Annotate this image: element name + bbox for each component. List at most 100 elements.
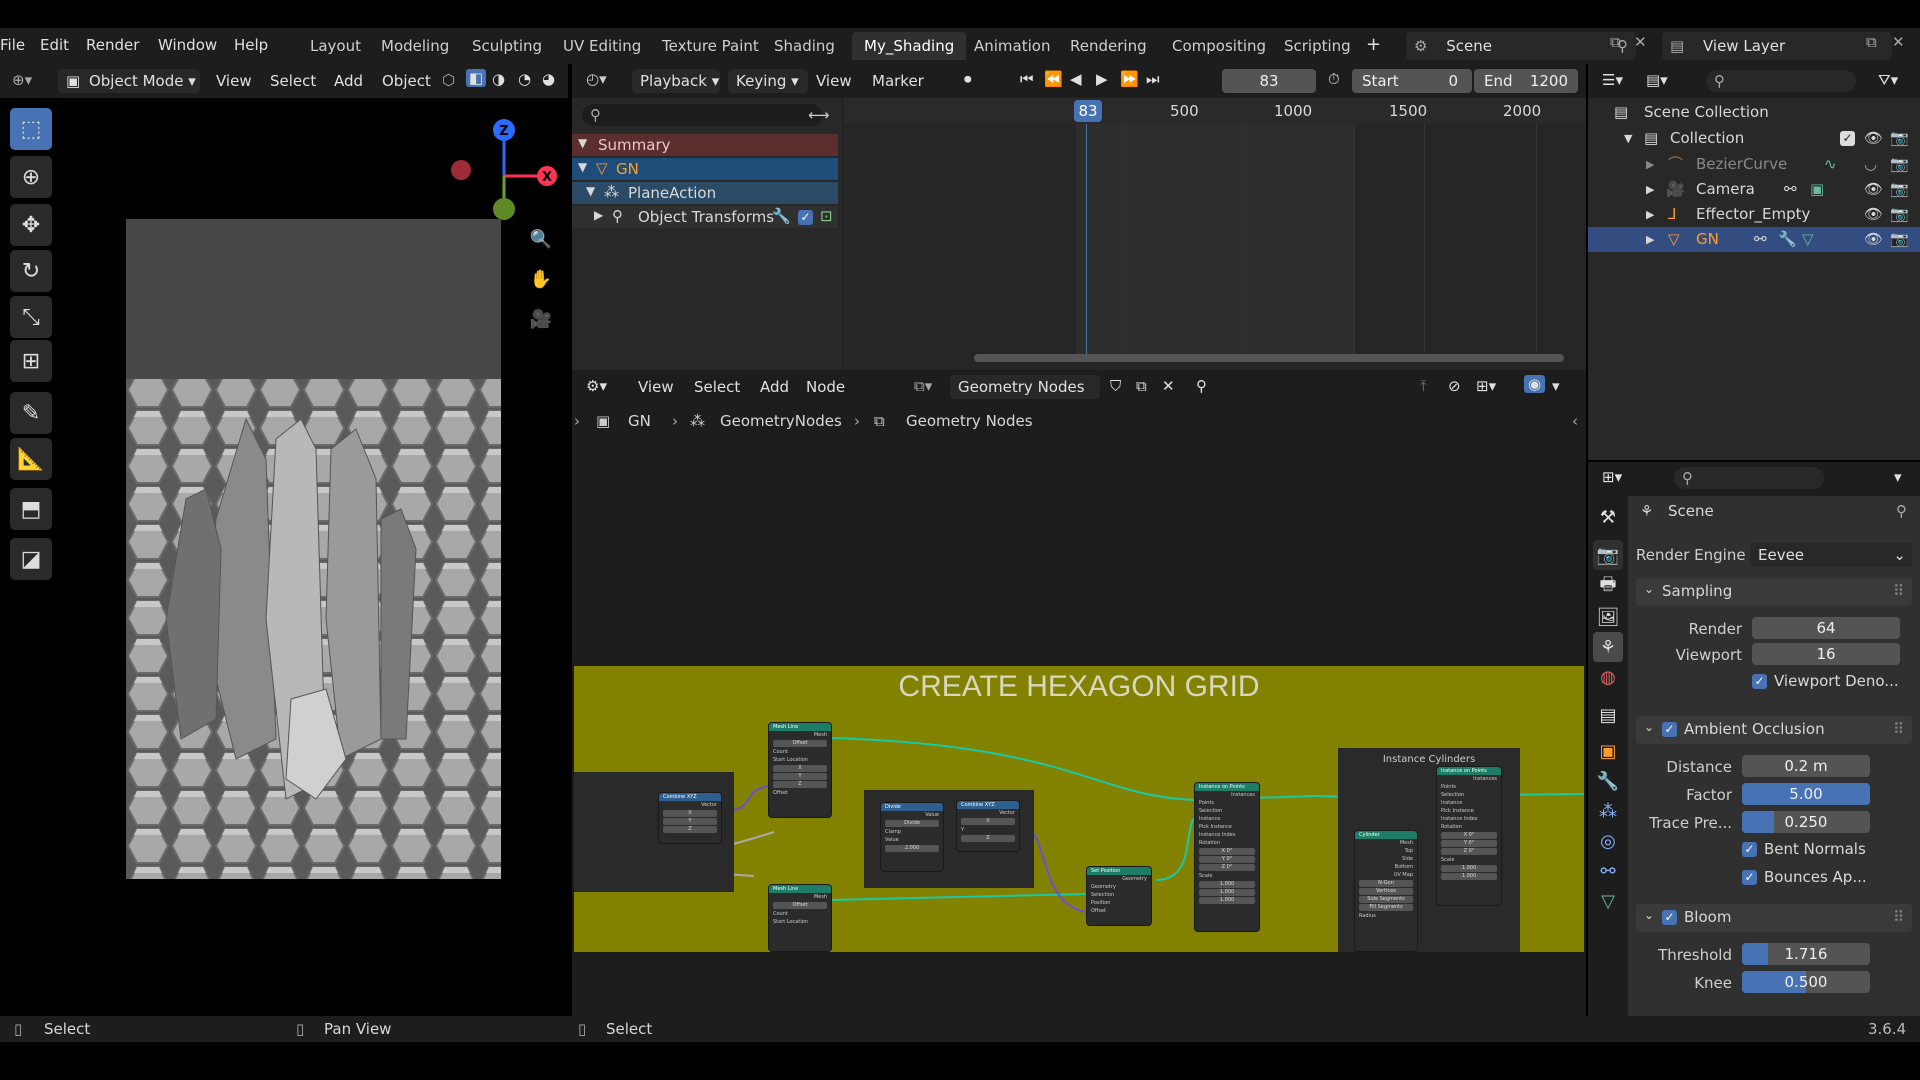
ao-distance-field[interactable]: 0.2 m: [1742, 755, 1870, 777]
bloom-enable-checkbox[interactable]: ✓: [1662, 910, 1677, 925]
eye-icon[interactable]: 👁: [1864, 202, 1883, 227]
bloom-threshold-slider[interactable]: 1.716: [1742, 943, 1870, 965]
bent-normals-checkbox[interactable]: ✓: [1742, 842, 1757, 857]
drag-handle-icon[interactable]: ⠿: [1893, 720, 1904, 738]
frame-create-hexagon-grid[interactable]: CREATE HEXAGON GRID Combine XYZ Vector X: [574, 666, 1584, 952]
data-tab-icon[interactable]: ▽: [1593, 886, 1623, 916]
outliner-item-effector-empty[interactable]: ▶ ⅃ Effector_Empty 👁 📷: [1588, 202, 1920, 227]
scene-tab-icon[interactable]: ⚘: [1593, 632, 1623, 662]
menu-help[interactable]: Help: [234, 36, 268, 54]
scene-selector[interactable]: ⚙ Scene ⚲: [1406, 32, 1636, 60]
add-workspace-icon[interactable]: +: [1366, 34, 1381, 55]
expand-icon[interactable]: ▶: [1646, 227, 1654, 252]
viewport-menu-add[interactable]: Add: [334, 72, 363, 90]
tool-tab-icon[interactable]: ⚒: [1593, 502, 1623, 532]
tab-rendering[interactable]: Rendering: [1058, 32, 1159, 60]
tab-scripting[interactable]: Scripting: [1272, 32, 1363, 60]
outliner-item-beziercurve[interactable]: ▶ ⌒ BezierCurve ∿ ◡ 📷: [1588, 152, 1920, 177]
overlay-icon[interactable]: ◉: [1524, 375, 1546, 393]
node-combine-xyz-2[interactable]: Combine XYZ Vector XYZ: [956, 800, 1020, 852]
tab-compositing[interactable]: Compositing: [1160, 32, 1278, 60]
pin-icon[interactable]: ⚲: [1196, 377, 1207, 395]
collection-tab-icon[interactable]: ▤: [1593, 700, 1623, 730]
node-tree-name[interactable]: Geometry Nodes: [950, 375, 1100, 399]
expand-icon[interactable]: ▶: [1646, 202, 1654, 227]
navigation-gizmo[interactable]: Z X: [440, 116, 560, 226]
channel-gn[interactable]: ▼ ▽ GN: [572, 158, 838, 180]
collapse-icon[interactable]: ▶: [594, 208, 603, 222]
cursor-tool[interactable]: ⊕: [10, 156, 52, 198]
add-cube-tool[interactable]: ⬒: [10, 488, 52, 530]
node-menu-view[interactable]: View: [638, 378, 674, 396]
constraints-tab-icon[interactable]: ⚯: [1593, 856, 1623, 886]
wrench-icon[interactable]: 🔧: [772, 207, 791, 225]
physics-tab-icon[interactable]: ◎: [1593, 826, 1623, 856]
playhead-frame[interactable]: 83: [1074, 100, 1102, 122]
tab-my-shading[interactable]: My_Shading: [852, 32, 967, 60]
jump-start-icon[interactable]: ⏮: [1020, 70, 1034, 88]
node-mesh-line-2[interactable]: Mesh Line Mesh Offset Count Start Locati…: [768, 884, 832, 952]
solid-shading-icon[interactable]: ◧: [466, 69, 487, 87]
bloom-knee-slider[interactable]: 0.500: [1742, 971, 1870, 993]
channel-search-input[interactable]: ⚲: [582, 104, 822, 126]
tab-sculpting[interactable]: Sculpting: [460, 32, 554, 60]
mode-selector[interactable]: ▣ Object Mode ▾: [58, 69, 200, 93]
xray-icon[interactable]: ⬡: [442, 71, 455, 89]
move-tool[interactable]: ✥: [10, 204, 52, 246]
expand-icon[interactable]: ▶: [1646, 177, 1654, 202]
expand-icon[interactable]: ▼: [578, 136, 587, 150]
timeline-menu-view[interactable]: View: [816, 72, 852, 90]
annotate-tool[interactable]: ✎: [10, 392, 52, 434]
overlay-shading-icon[interactable]: ◕: [542, 70, 555, 88]
output-tab-icon[interactable]: 🖶: [1593, 572, 1623, 602]
node-menu-select[interactable]: Select: [694, 378, 740, 396]
expand-icon[interactable]: ▼: [586, 184, 595, 198]
viewport-denoise-checkbox[interactable]: ✓: [1752, 674, 1767, 689]
camera-render-icon[interactable]: 📷: [1890, 177, 1909, 202]
pan-hand-icon[interactable]: ✋: [526, 264, 556, 294]
playback-menu[interactable]: Playback ▾: [632, 69, 720, 93]
node-combine-xyz-1[interactable]: Combine XYZ Vector XYZ: [658, 792, 722, 844]
material-shading-icon[interactable]: ◑: [492, 70, 505, 88]
pin-icon[interactable]: ⚲: [1896, 502, 1907, 520]
camera-render-icon[interactable]: 📷: [1890, 202, 1909, 227]
viewport-menu-select[interactable]: Select: [270, 72, 316, 90]
viewport-render[interactable]: [126, 219, 501, 879]
timeline-main[interactable]: 0 500 1000 1500 2000 83: [844, 98, 1586, 370]
expand-icon[interactable]: ▶: [1646, 152, 1654, 177]
snap-grid-icon[interactable]: ⊞▾: [1476, 377, 1496, 395]
menu-file[interactable]: File: [0, 36, 25, 54]
sampling-panel-header[interactable]: ⌄ Sampling ⠿: [1636, 578, 1912, 606]
node-set-position[interactable]: Set Position Geometry Geometry Selection…: [1086, 866, 1152, 926]
outliner-item-gn[interactable]: ▶ ▽ GN ⚯ 🔧 ▽ 👁 📷: [1588, 227, 1920, 252]
channel-plane-action[interactable]: ▼ ⁂ PlaneAction: [572, 182, 838, 204]
play-reverse-icon[interactable]: ◀: [1070, 70, 1082, 88]
eye-icon[interactable]: 👁: [1864, 177, 1883, 202]
properties-editor-icon[interactable]: ⊞▾: [1602, 468, 1622, 486]
delete-scene-icon[interactable]: ✕: [1634, 33, 1647, 51]
options-dropdown-icon[interactable]: ▾: [1894, 468, 1902, 486]
node-menu-add[interactable]: Add: [760, 378, 789, 396]
node-divide[interactable]: Divide Value Divide Clamp Value 2.000: [880, 802, 944, 872]
rotate-tool[interactable]: ↻: [10, 250, 52, 292]
display-mode-icon[interactable]: ▤▾: [1646, 71, 1668, 89]
tab-modeling[interactable]: Modeling: [369, 32, 461, 60]
expand-icon[interactable]: ▼: [1624, 126, 1632, 151]
timeline-menu-marker[interactable]: Marker: [872, 72, 924, 90]
snap-icon[interactable]: ⊘: [1448, 377, 1461, 395]
eye-icon[interactable]: 👁: [1864, 227, 1883, 252]
zoom-icon[interactable]: 🔍: [526, 224, 556, 254]
ao-trace-precision-slider[interactable]: 0.250: [1742, 811, 1870, 833]
node-mesh-line-1[interactable]: Mesh Line Mesh Offset Count Start Locati…: [768, 722, 832, 818]
breadcrumb-node-tree[interactable]: Geometry Nodes: [906, 412, 1033, 430]
menu-edit[interactable]: Edit: [40, 36, 69, 54]
node-tree-type-icon[interactable]: ⧉▾: [914, 377, 932, 395]
channel-summary[interactable]: ▼ Summary: [572, 134, 838, 156]
filter-icon[interactable]: ⛛▾: [1878, 71, 1898, 89]
keying-menu[interactable]: Keying ▾: [728, 69, 808, 93]
next-key-icon[interactable]: ⏩: [1120, 70, 1139, 88]
expand-icon[interactable]: ▼: [578, 160, 587, 174]
ao-factor-slider[interactable]: 5.00: [1742, 783, 1870, 805]
node-instance-on-points-1[interactable]: Instance on Points Instances Points Sele…: [1194, 782, 1260, 932]
render-shading-icon[interactable]: ◔: [518, 70, 531, 88]
